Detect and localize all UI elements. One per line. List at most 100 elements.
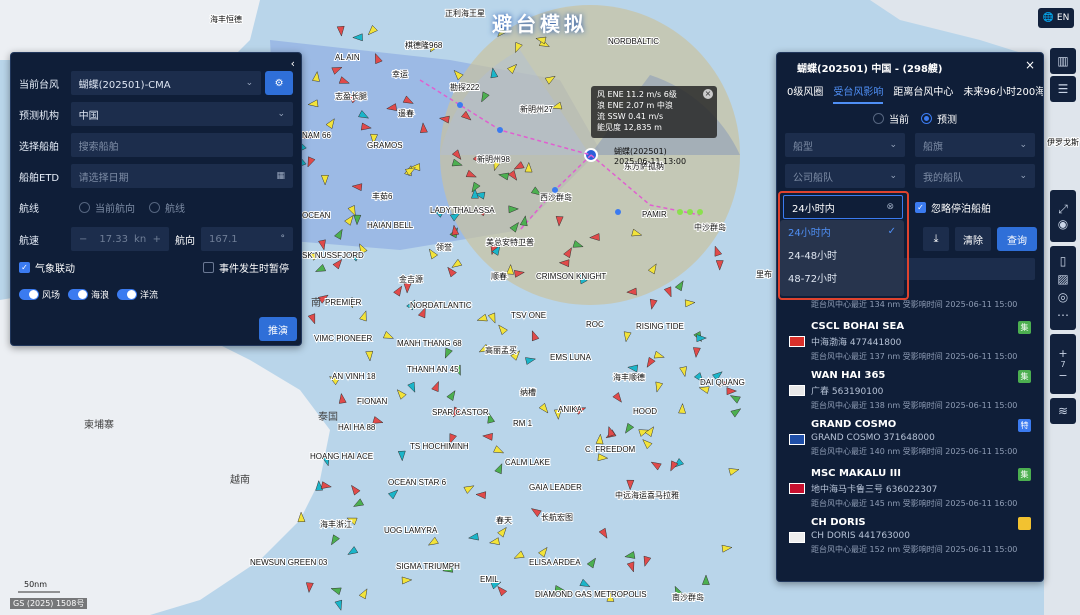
tab-distance[interactable]: 距离台风中心: [893, 83, 953, 104]
tab-future[interactable]: 未来96小时200海里: [963, 83, 1043, 104]
toggle-current[interactable]: 洋流: [117, 288, 158, 301]
map-label: 领誉: [436, 242, 452, 252]
my-fleet-select[interactable]: 我的船队 ⌄: [915, 164, 1035, 188]
map-label: TSV ONE: [511, 311, 546, 320]
agency-select[interactable]: 中国 ⌄: [70, 102, 293, 126]
locate-icon[interactable]: ◎: [1058, 290, 1068, 304]
map-label: 中远海运喜马拉雅: [615, 490, 679, 500]
download-button[interactable]: ⤓: [923, 227, 949, 251]
ship-distance: 距台风中心最近 145 nm 受影响时间 2025-06-11 16:00: [811, 499, 1018, 508]
mode-radio-group: 当前 预测: [873, 111, 957, 126]
flag-icon: [789, 385, 805, 396]
agency-value: 中国: [78, 110, 99, 122]
map-label: CALM LAKE: [505, 458, 550, 467]
download-icon: ⤓: [933, 232, 939, 245]
map-label: 新明州98: [477, 154, 510, 164]
ship-sub: 中海渤海 477441800: [811, 338, 902, 348]
map-tools[interactable]: ▯ ▨ ◎ ⋯: [1050, 246, 1076, 330]
typhoon-tooltip: × 风 ENE 11.2 m/s 6级 浪 ENE 2.07 m 中浪 流 SS…: [591, 86, 717, 138]
map-label: HOANG HAI ACE: [310, 452, 373, 461]
toggle-wave[interactable]: 海浪: [68, 288, 109, 301]
heading-input[interactable]: 167.1 °: [201, 227, 293, 251]
map-label: 新明州27: [520, 104, 553, 114]
ship-search-input[interactable]: 搜索船舶: [70, 133, 293, 157]
ruler-icon[interactable]: ▯: [1060, 254, 1067, 268]
route-option-heading[interactable]: 当前航向: [79, 200, 135, 215]
run-simulation-button[interactable]: 推演: [259, 317, 297, 341]
ship-list-item[interactable]: WAN HAI 365 广春 563190100 距台风中心最近 138 nm 受影…: [789, 370, 1031, 418]
area-icon[interactable]: ▨: [1057, 272, 1068, 286]
map-label: EMS LUNA: [550, 353, 592, 362]
map-label: NAM 66: [302, 131, 331, 140]
chevron-down-icon: ⌄: [889, 140, 897, 150]
language-button[interactable]: 🌐 EN: [1038, 8, 1074, 28]
flag-select[interactable]: 船旗 ⌄: [915, 133, 1035, 157]
ship-type-select[interactable]: 船型 ⌄: [785, 133, 905, 157]
ship-type-badge: 集: [1018, 370, 1031, 383]
tab-wind-circle[interactable]: 0级风圈: [787, 83, 823, 104]
basemap-button[interactable]: ≋: [1050, 398, 1076, 424]
ship-list-item[interactable]: GRAND COSMO GRAND COSMO 371648000 距台风中心最近 …: [789, 419, 1031, 467]
tab-bar: 0级风圈 受台风影响 距离台风中心 未来96小时200海里: [787, 83, 1043, 104]
check-icon: ✓: [915, 202, 926, 213]
etd-date-picker[interactable]: 请选择日期 ▦: [70, 164, 293, 188]
map-label: NEWSUN GREEN 03: [250, 558, 328, 567]
view-tools[interactable]: ⤢ ◉: [1050, 190, 1076, 242]
settings-button[interactable]: ⚙: [265, 71, 293, 95]
list-button[interactable]: ☰: [1050, 76, 1076, 102]
layers-button[interactable]: ▥: [1050, 48, 1076, 74]
minus-icon[interactable]: −: [79, 234, 87, 245]
map-label: 美总安特卫普: [486, 237, 534, 247]
query-button[interactable]: 查询: [997, 227, 1037, 251]
tooltip-visibility: 能见度 12,835 m: [597, 123, 662, 132]
map-label: 越南: [230, 473, 250, 486]
map-label: THANH AN 45: [407, 365, 459, 374]
toggle-current-label: 洋流: [140, 290, 159, 301]
clear-button[interactable]: 清除: [955, 227, 991, 251]
ship-list-item[interactable]: CH DORIS CH DORIS 441763000 距台风中心最近 152 nm…: [789, 517, 1031, 565]
typhoon-select[interactable]: 蝴蝶(202501)-CMA ⌄: [70, 71, 262, 95]
ship-sub: 地中海马卡鲁三号 636022307: [811, 485, 938, 495]
close-icon[interactable]: ×: [703, 89, 713, 99]
highlight-box: [778, 191, 909, 300]
collapse-icon[interactable]: ‹: [291, 57, 295, 70]
map-label: HAIAN BELL: [367, 221, 414, 230]
ship-name: GRAND COSMO: [811, 419, 897, 430]
toggle-wind[interactable]: 风场: [19, 288, 60, 301]
tab-affected[interactable]: 受台风影响: [833, 83, 884, 104]
mode-forecast[interactable]: 预测: [921, 111, 957, 126]
ship-list-item[interactable]: CSCL BOHAI SEA 中海渤海 477441800 距台风中心最近 137 …: [789, 321, 1031, 369]
map-label: 志盈长腿: [335, 91, 367, 101]
pause-checkbox[interactable]: 事件发生时暂停: [203, 260, 289, 275]
close-icon[interactable]: ×: [1025, 58, 1035, 72]
route-option-route[interactable]: 航线: [149, 200, 185, 215]
map-label: VIMC PIONEER: [314, 334, 372, 343]
fullscreen-icon[interactable]: ⤢: [1058, 202, 1068, 217]
map-label: PAMIR: [642, 210, 667, 219]
ship-name: MSC MAKALU III: [811, 468, 901, 479]
my-fleet-placeholder: 我的船队: [923, 172, 963, 184]
map-scale: 50nm: [24, 580, 48, 589]
ship-name: WAN HAI 365: [811, 370, 886, 381]
eye-icon[interactable]: ◉: [1058, 217, 1068, 231]
speed-stepper[interactable]: − 17.33 kn +: [71, 227, 169, 251]
weather-link-checkbox[interactable]: ✓ 气象联动: [19, 260, 75, 275]
more-icon[interactable]: ⋯: [1057, 308, 1069, 322]
zoom-control[interactable]: +7−: [1050, 334, 1076, 394]
plus-icon[interactable]: +: [1058, 347, 1067, 360]
map-label: DAI QUANG: [700, 378, 745, 387]
map-label: GRAMOS: [367, 141, 403, 150]
ship-sub: 广春 563190100: [811, 387, 884, 397]
etd-label: 船舶ETD: [19, 172, 60, 184]
ignore-berthed-checkbox[interactable]: ✓ 忽略停泊船舶: [915, 200, 991, 215]
map-label: 纳槽: [520, 387, 536, 397]
mode-current[interactable]: 当前: [873, 111, 909, 126]
map-label: HOOD: [633, 407, 657, 416]
minus-icon[interactable]: −: [1058, 369, 1067, 382]
fleet-select[interactable]: 公司船队 ⌄: [785, 164, 905, 188]
map-label: GAIA LEADER: [529, 483, 582, 492]
map-label: NORDBALTIC: [608, 37, 659, 46]
plus-icon[interactable]: +: [153, 234, 161, 245]
map-label: 里布: [756, 269, 772, 279]
ship-list-item[interactable]: MSC MAKALU III 地中海马卡鲁三号 636022307 距台风中心最近 …: [789, 468, 1031, 516]
